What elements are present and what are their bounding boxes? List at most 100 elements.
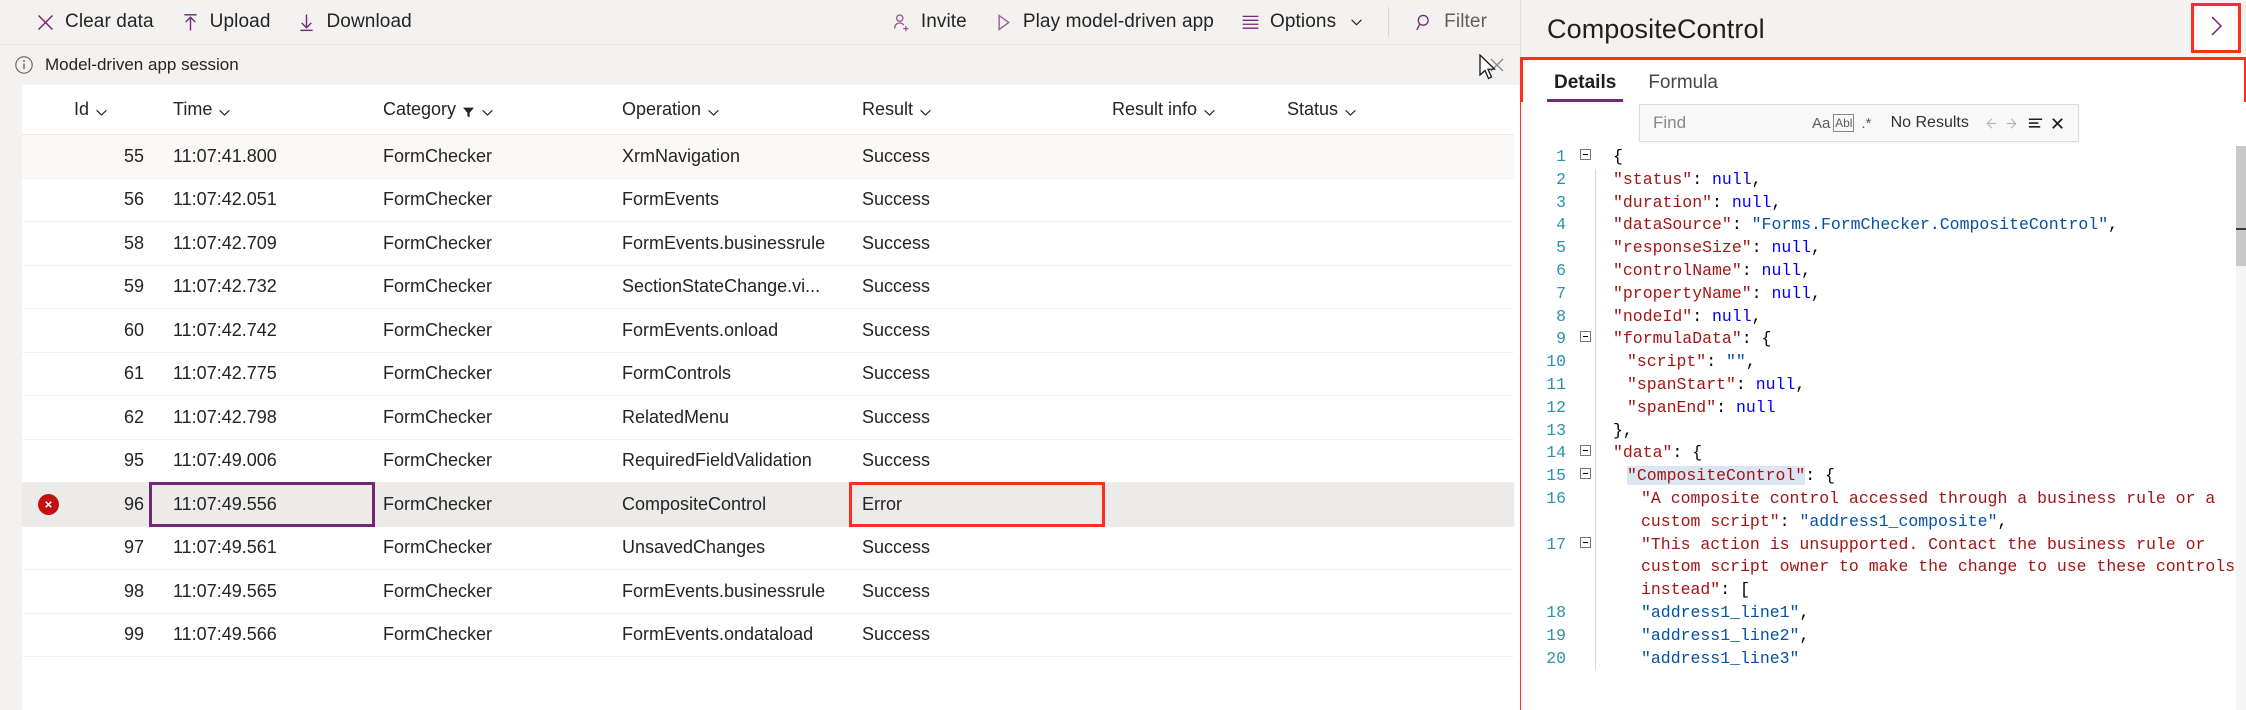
json-scroll-thumb[interactable]	[2236, 146, 2246, 266]
json-token: "dataSource"	[1613, 215, 1732, 235]
cell-category: FormChecker	[383, 319, 493, 340]
find-in-selection-icon[interactable]	[2024, 111, 2047, 135]
find-results-count: No Results	[1890, 114, 1969, 131]
json-token: null	[1771, 283, 1812, 303]
column-header-label-result: Result	[862, 99, 914, 119]
json-fold-toggle[interactable]	[1575, 442, 1595, 457]
json-token: null	[1735, 397, 1776, 417]
cell-time: 11:07:41.800	[173, 145, 277, 166]
cell-id: 56	[123, 189, 144, 210]
json-token: "spanEnd"	[1627, 397, 1717, 417]
json-indent-guide	[1595, 647, 1605, 671]
table-row[interactable]: 97 11:07:49.561 FormChecker UnsavedChanges S…	[22, 527, 1514, 570]
json-token: : [	[1720, 580, 1750, 600]
cell-operation: FormEvents.onload	[622, 319, 779, 340]
cell-operation: RelatedMenu	[622, 406, 730, 427]
app-root: Clear data Upload Download Invite Play m…	[0, 0, 2246, 710]
cell-category: FormChecker	[383, 580, 493, 601]
whole-word-icon[interactable]: Abl	[1833, 114, 1855, 132]
table-row[interactable]: 56 11:07:42.051 FormChecker FormEvents Succe…	[22, 179, 1514, 222]
json-token: :	[1731, 215, 1752, 235]
table-row[interactable]: 95 11:07:49.006 FormChecker RequiredFieldVa…	[22, 440, 1514, 483]
cell-operation: SectionStateChange.vi...	[622, 276, 821, 297]
json-indent-guide	[1595, 419, 1605, 443]
tab-formula[interactable]: Formula	[1637, 72, 1729, 102]
json-line-content: "This action is unsupported. Contact the…	[1605, 534, 2246, 602]
column-header-id[interactable]: Id	[74, 99, 152, 120]
clear-data-button[interactable]: Clear data	[22, 2, 167, 42]
table-row[interactable]: 99 11:07:49.566 FormChecker FormEvents.onda…	[22, 614, 1514, 657]
column-header-operation[interactable]: Operation	[612, 99, 852, 120]
download-button[interactable]: Download	[283, 2, 424, 42]
column-header-status[interactable]: Status	[1277, 99, 1437, 120]
chevron-right-icon	[2206, 14, 2226, 43]
filter-button[interactable]: Filter	[1401, 2, 1500, 42]
options-lines-icon	[1240, 12, 1261, 33]
cell-operation: FormControls	[622, 363, 732, 384]
collapse-box-icon[interactable]	[1579, 536, 1591, 548]
table-row[interactable]: 96 11:07:49.556 FormChecker CompositeContro…	[22, 481, 1514, 527]
json-fold-toggle[interactable]	[1575, 146, 1595, 160]
collapse-box-icon[interactable]	[1579, 149, 1591, 160]
collapse-box-icon[interactable]	[1579, 468, 1591, 480]
column-header-category[interactable]: Category	[372, 99, 612, 120]
collapse-box-icon[interactable]	[1579, 445, 1591, 457]
pane-edge-marker	[2236, 228, 2246, 230]
json-token: null	[1712, 169, 1752, 189]
match-case-icon[interactable]: Aa	[1809, 110, 1833, 136]
cell-result: Success	[862, 319, 931, 340]
search-magnifier-icon	[1414, 12, 1435, 33]
table-row[interactable]: 59 11:07:42.732 FormChecker SectionStateCha…	[22, 266, 1514, 309]
json-indent-guide	[1595, 601, 1605, 625]
json-line: 14 "data": {	[1521, 442, 2246, 466]
cell-operation: FormEvents.ondataload	[622, 624, 814, 645]
json-viewer[interactable]: 1{2 "status": null, 3 "duration": null, 4 "da…	[1521, 146, 2246, 710]
json-line-content: "spanStart": null,	[1605, 374, 2246, 397]
column-header-label-time: Time	[173, 99, 213, 119]
column-header-time[interactable]: Time	[152, 99, 372, 120]
json-line-number: 15	[1546, 466, 1566, 486]
table-row[interactable]: 58 11:07:42.709 FormChecker FormEvents.busi…	[22, 222, 1514, 266]
json-token: "CompositeControl"	[1627, 466, 1806, 486]
json-fold-toggle[interactable]	[1575, 328, 1595, 343]
invite-button[interactable]: Invite	[878, 2, 980, 42]
cell-id: 62	[123, 406, 144, 427]
column-header-result[interactable]: Result	[852, 99, 1102, 120]
json-fold-toggle[interactable]	[1575, 534, 1595, 548]
table-row[interactable]: 60 11:07:42.742 FormChecker FormEvents.onlo…	[22, 309, 1514, 353]
expand-panel-button[interactable]	[2191, 3, 2241, 53]
upload-button[interactable]: Upload	[167, 2, 284, 42]
table-row[interactable]: 98 11:07:49.565 FormChecker FormEvents.busi…	[22, 570, 1514, 614]
regex-icon[interactable]: .*	[1854, 110, 1878, 136]
json-vertical-scrollbar[interactable]	[2236, 146, 2246, 710]
collapse-box-icon[interactable]	[1579, 331, 1591, 343]
json-token: "Forms.FormChecker.CompositeControl"	[1751, 215, 2109, 235]
json-fold-toggle[interactable]	[1575, 465, 1595, 480]
cell-time: 11:07:42.709	[173, 232, 277, 253]
json-line-number: 5	[1556, 238, 1566, 258]
find-input[interactable]	[1649, 113, 1809, 133]
json-line-number: 1	[1556, 147, 1566, 166]
options-button[interactable]: Options	[1227, 2, 1376, 42]
table-row[interactable]: 62 11:07:42.798 FormChecker RelatedMenu Succ…	[22, 396, 1514, 440]
find-close-icon[interactable]	[2046, 111, 2069, 135]
table-row[interactable]: 55 11:07:41.800 FormChecker XrmNavigation Su…	[22, 135, 1514, 179]
json-token: {	[1613, 147, 1623, 166]
cell-result: Success	[862, 232, 931, 253]
cell-category: FormChecker	[383, 189, 493, 210]
play-model-driven-app-button[interactable]: Play model-driven app	[980, 2, 1227, 42]
chevron-down-icon	[1203, 103, 1216, 116]
column-header-label-category: Category	[383, 99, 457, 119]
tab-details-label: Details	[1554, 72, 1617, 93]
invite-label: Invite	[920, 11, 967, 32]
column-header-result_info[interactable]: Result info	[1102, 99, 1277, 120]
arrow-right-icon[interactable]	[2001, 111, 2024, 135]
json-line-number: 12	[1546, 397, 1566, 417]
arrow-left-icon[interactable]	[1979, 111, 2002, 135]
cell-id: 61	[123, 363, 144, 384]
tab-details[interactable]: Details	[1543, 72, 1627, 102]
table-row[interactable]: 61 11:07:42.775 FormChecker FormControls Suc…	[22, 353, 1514, 396]
cell-time: 11:07:49.006	[173, 450, 277, 471]
session-close-button[interactable]	[1486, 54, 1508, 76]
json-token: :	[1692, 306, 1713, 326]
